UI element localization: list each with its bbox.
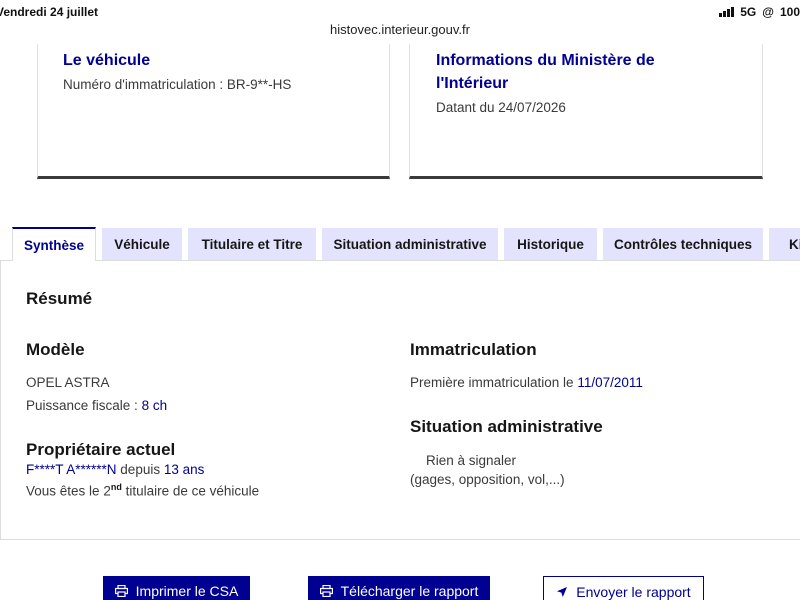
print-csa-label: Imprimer le CSA (135, 583, 239, 599)
vehicle-card: Le véhicule Numéro d'immatriculation : B… (37, 44, 390, 179)
status-indicators: 5G @ 100 (719, 5, 800, 19)
status-time: Vendredi 24 juillet (0, 5, 99, 19)
network-type: 5G (740, 5, 757, 19)
print-csa-button[interactable]: Imprimer le CSA (103, 576, 250, 600)
report-tabs: Synthèse Véhicule Titulaire et Titre Sit… (0, 227, 800, 261)
status-bar: Vendredi 24 juillet 5G @ 100 (0, 0, 800, 22)
tab-situation-administrative[interactable]: Situation administrative (322, 228, 498, 260)
admin-status: Rien à signaler (426, 453, 517, 468)
tab-synthese[interactable]: Synthèse (12, 227, 96, 261)
admin-details: (gages, opposition, vol,...) (410, 472, 565, 487)
owner-heading: Propriétaire actuel (26, 440, 176, 459)
tab-controles-techniques[interactable]: Contrôles techniques (603, 228, 763, 260)
first-registration: Première immatriculation le 11/07/2011 (410, 375, 643, 390)
model-name: OPEL ASTRA (26, 375, 110, 390)
summary-heading: Résumé (26, 289, 93, 308)
registration-number: Numéro d'immatriculation : BR-9**-HS (63, 77, 292, 92)
owner-rank: Vous êtes le 2nd titulaire de ce véhicul… (26, 482, 260, 499)
printer-icon (319, 585, 333, 597)
report-actions: Imprimer le CSA Télécharger le rapport E… (0, 576, 800, 600)
fiscal-power: Puissance fiscale : 8 ch (26, 398, 168, 413)
model-heading: Modèle (26, 340, 85, 359)
send-arrow-icon (557, 587, 568, 597)
admin-heading: Situation administrative (410, 417, 603, 436)
ministry-card: Informations du Ministère de l'Intérieur … (409, 44, 763, 179)
address-bar[interactable]: histovec.interieur.gouv.fr (0, 22, 800, 42)
send-report-button[interactable]: Envoyer le rapport (543, 576, 704, 600)
tab-vehicule[interactable]: Véhicule (102, 228, 182, 260)
download-report-button[interactable]: Télécharger le rapport (308, 576, 490, 600)
printer-icon (114, 585, 128, 597)
url-text: histovec.interieur.gouv.fr (330, 22, 470, 37)
summary-panel: Résumé Modèle OPEL ASTRA Puissance fisca… (0, 260, 800, 540)
tab-kilometrage[interactable]: Kil (769, 228, 800, 260)
registration-heading: Immatriculation (410, 340, 537, 359)
download-report-label: Télécharger le rapport (340, 583, 479, 599)
send-report-label: Envoyer le rapport (576, 584, 691, 600)
location-icon: @ (762, 5, 774, 19)
ministry-date: Datant du 24/07/2026 (436, 100, 566, 115)
battery-level: 100 (779, 5, 800, 19)
tab-historique[interactable]: Historique (504, 228, 597, 260)
owner-name: F****T A******N depuis 13 ans (26, 462, 205, 477)
tab-titulaire[interactable]: Titulaire et Titre (188, 228, 316, 260)
cellular-signal-icon (719, 7, 735, 17)
vehicle-card-title: Le véhicule (63, 52, 151, 69)
ministry-card-title: Informations du Ministère de l'Intérieur (436, 52, 655, 92)
